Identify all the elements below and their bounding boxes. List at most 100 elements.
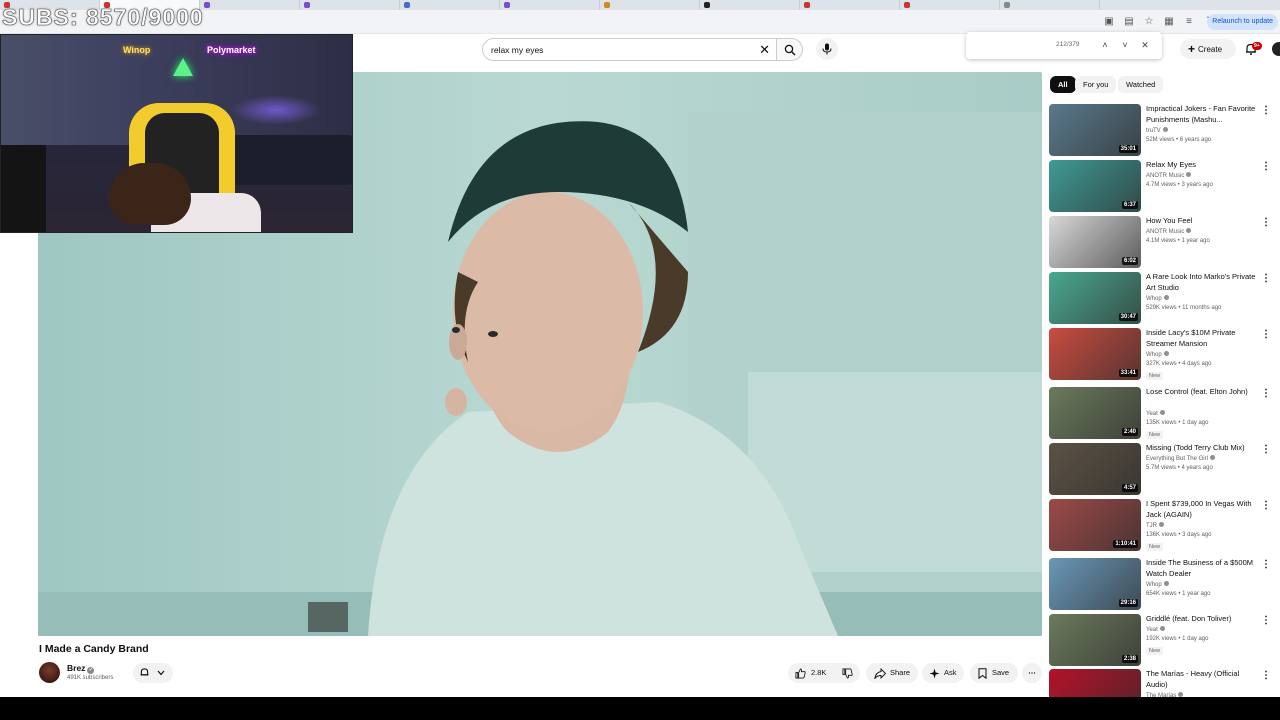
new-badge: New	[1146, 431, 1164, 439]
video-thumbnail[interactable]: 30:47	[1049, 272, 1141, 324]
more-vert-icon[interactable]: ⋮	[1261, 389, 1271, 401]
recommendation-channel[interactable]: Whop	[1146, 581, 1169, 588]
ask-button[interactable]: Ask	[922, 663, 964, 683]
recommendation-channel[interactable]: Yeat	[1146, 626, 1165, 633]
voice-search-button[interactable]	[816, 38, 838, 60]
recommendation-channel[interactable]: ANOTR Music	[1146, 228, 1192, 235]
video-thumbnail[interactable]: 33:41	[1049, 328, 1141, 380]
dislike-icon[interactable]	[842, 668, 853, 679]
chevron-down-icon[interactable]: ˅	[1118, 38, 1132, 52]
recommendation-title[interactable]: Relax My Eyes	[1146, 160, 1260, 171]
video-thumbnail[interactable]: 6:02	[1049, 216, 1141, 268]
recommendation-item[interactable]: 2:40 Lose Control (feat. Elton John) Yeat 1…	[1049, 387, 1275, 439]
search-button[interactable]	[777, 38, 803, 61]
create-button[interactable]: + Create	[1180, 39, 1236, 59]
more-vert-icon[interactable]: ⋮	[1261, 162, 1271, 174]
recommendation-meta: 52M views • 6 years ago	[1146, 137, 1212, 143]
recommendation-channel[interactable]: Whop	[1146, 351, 1169, 358]
video-thumbnail[interactable]: 6:37	[1049, 160, 1141, 212]
channel-name[interactable]: Brez ✓	[67, 663, 95, 674]
browser-tab[interactable]	[900, 0, 1000, 10]
verified-icon	[1186, 228, 1192, 233]
recommendation-meta: 4.7M views • 3 years ago	[1146, 182, 1213, 188]
browser-tab[interactable]	[300, 0, 400, 10]
recommendation-title[interactable]: Inside Lacy's $10M Private Streamer Mans…	[1146, 328, 1260, 349]
video-thumbnail[interactable]: 1:10:41	[1049, 499, 1141, 551]
chevron-up-icon[interactable]: ˄	[1098, 38, 1112, 52]
star-icon[interactable]: ☆	[1142, 15, 1156, 29]
save-button[interactable]: Save	[970, 663, 1018, 683]
more-vert-icon[interactable]: ⋮	[1261, 501, 1271, 513]
recommendation-title[interactable]: How You Feel	[1146, 216, 1260, 227]
channel-avatar[interactable]	[39, 662, 60, 683]
recommendation-item[interactable]: 4:57 Missing (Todd Terry Club Mix) Everyth…	[1049, 443, 1275, 495]
recommendation-title[interactable]: I Spent $739,000 In Vegas With Jack (AGA…	[1146, 499, 1260, 520]
video-thumbnail[interactable]: 35:01	[1049, 104, 1141, 156]
browser-tab[interactable]	[200, 0, 300, 10]
chip-for-you[interactable]: For you	[1075, 76, 1117, 93]
browser-tab[interactable]	[600, 0, 700, 10]
recommendation-item[interactable]: 30:47 A Rare Look Into Marko's Private Ar…	[1049, 272, 1275, 324]
recommendation-meta: 654K views • 1 year ago	[1146, 591, 1211, 597]
subscription-bell-button[interactable]	[133, 663, 173, 683]
recommendation-meta: 4.1M views • 1 year ago	[1146, 238, 1210, 244]
more-vert-icon[interactable]: ⋮	[1261, 218, 1271, 230]
more-vert-icon[interactable]: ⋮	[1261, 274, 1271, 286]
browser-tab[interactable]	[500, 0, 600, 10]
chip-all[interactable]: All	[1050, 76, 1076, 93]
like-icon[interactable]	[795, 668, 806, 679]
relaunch-button[interactable]: Relaunch to update	[1207, 14, 1278, 30]
cast-icon[interactable]: ▣	[1102, 15, 1116, 29]
recommendation-title[interactable]: A Rare Look Into Marko's Private Art Stu…	[1146, 272, 1260, 293]
recommendation-item[interactable]: 6:02 How You Feel ANOTR Music 4.1M views • …	[1049, 216, 1275, 268]
more-vert-icon[interactable]: ⋮	[1261, 616, 1271, 628]
recommendation-item[interactable]: 6:37 Relax My Eyes ANOTR Music 4.7M views •…	[1049, 160, 1275, 212]
video-thumbnail[interactable]: 2:38	[1049, 614, 1141, 666]
reader-mode-icon[interactable]: ▤	[1122, 15, 1136, 29]
browser-tab[interactable]	[800, 0, 900, 10]
search-input[interactable]	[491, 43, 751, 57]
tab-search-icon[interactable]: ≡	[1182, 15, 1196, 29]
recommendation-title[interactable]: Griddlé (feat. Don Toliver)	[1146, 614, 1260, 625]
more-vert-icon[interactable]: ⋮	[1261, 330, 1271, 342]
browser-tab[interactable]	[1000, 0, 1100, 10]
video-thumbnail[interactable]: 29:16	[1049, 558, 1141, 610]
share-label: Share	[890, 668, 911, 677]
subscriber-count: 491K subscribers	[67, 675, 114, 681]
recommendation-item[interactable]: 35:01 Impractical Jokers - Fan Favorite P…	[1049, 104, 1275, 156]
recommendation-channel[interactable]: TJR	[1146, 522, 1164, 529]
recommendation-item[interactable]: 2:38 Griddlé (feat. Don Toliver) Yeat 192K …	[1049, 614, 1275, 666]
recommendation-title[interactable]: The Marías - Heavy (Official Audio)	[1146, 669, 1260, 690]
recommendation-channel[interactable]: Yeat	[1146, 410, 1165, 417]
chip-watched[interactable]: Watched	[1118, 76, 1164, 93]
recommendation-title[interactable]: Impractical Jokers - Fan Favorite Punish…	[1146, 104, 1260, 125]
recommendation-title[interactable]: Lose Control (feat. Elton John)	[1146, 387, 1260, 398]
duration-badge: 6:37	[1121, 201, 1138, 209]
browser-tab[interactable]	[400, 0, 500, 10]
recommendation-channel[interactable]: ANOTR Music	[1146, 172, 1192, 179]
video-thumbnail[interactable]: 2:40	[1049, 387, 1141, 439]
share-button[interactable]: Share	[866, 663, 918, 683]
verified-icon	[1163, 295, 1169, 300]
recommendation-title[interactable]: Inside The Business of a $500M Watch Dea…	[1146, 558, 1260, 579]
more-vert-icon[interactable]: ⋮	[1261, 560, 1271, 572]
clear-search-icon[interactable]: ✕	[759, 42, 770, 58]
chevron-down-icon	[157, 670, 165, 676]
recommendation-channel[interactable]: Whop	[1146, 295, 1169, 302]
close-icon[interactable]: ✕	[1138, 38, 1152, 52]
more-vert-icon[interactable]: ⋮	[1261, 671, 1271, 683]
streamer	[109, 163, 191, 225]
extensions-icon[interactable]: ▦	[1162, 15, 1176, 29]
more-actions-button[interactable]: ⋯	[1022, 663, 1042, 683]
more-vert-icon[interactable]: ⋮	[1261, 106, 1271, 118]
recommendation-item[interactable]: 29:16 Inside The Business of a $500M Watc…	[1049, 558, 1275, 610]
recommendation-channel[interactable]: truTV	[1146, 127, 1168, 134]
browser-tab[interactable]	[700, 0, 800, 10]
recommendation-channel[interactable]: Everything But The Girl	[1146, 455, 1215, 462]
recommendation-title[interactable]: Missing (Todd Terry Club Mix)	[1146, 443, 1260, 454]
avatar[interactable]	[1272, 42, 1280, 56]
more-vert-icon[interactable]: ⋮	[1261, 445, 1271, 457]
video-thumbnail[interactable]: 4:57	[1049, 443, 1141, 495]
recommendation-item[interactable]: 1:10:41 I Spent $739,000 In Vegas With Ja…	[1049, 499, 1275, 551]
recommendation-item[interactable]: 33:41 Inside Lacy's $10M Private Streamer…	[1049, 328, 1275, 380]
